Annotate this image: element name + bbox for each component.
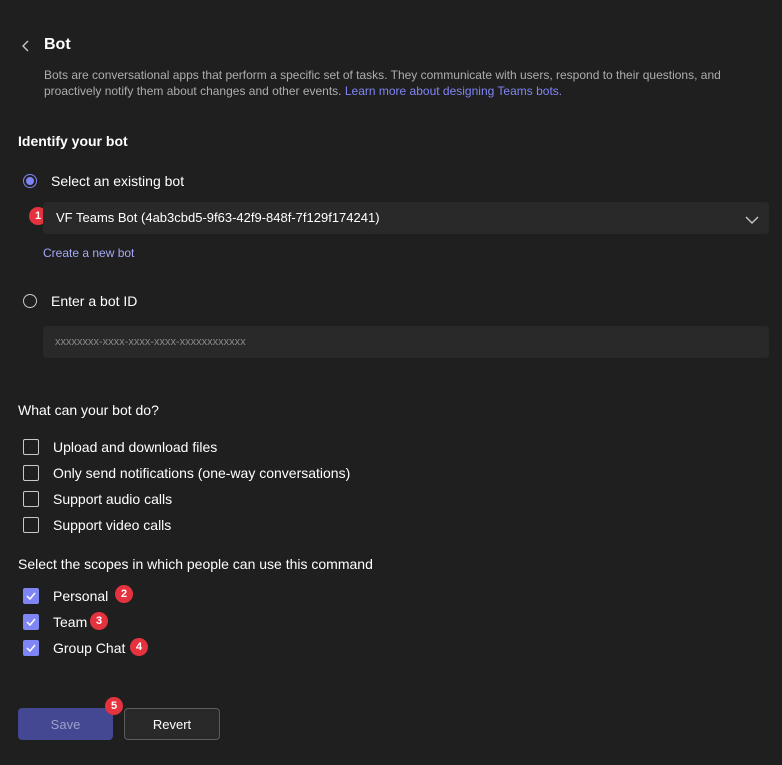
- checkbox-unchecked-icon: [23, 491, 39, 507]
- bot-select-dropdown[interactable]: VF Teams Bot (4ab3cbd5-9f63-42f9-848f-7f…: [43, 202, 769, 234]
- radio-existing-bot[interactable]: Select an existing bot: [23, 172, 184, 190]
- checkmark-icon: [23, 640, 39, 656]
- radio-enter-bot-id-label: Enter a bot ID: [51, 293, 138, 309]
- checkmark-icon: [23, 588, 39, 604]
- scope-team[interactable]: Team: [23, 613, 87, 631]
- chevron-down-icon: [745, 212, 759, 230]
- back-chevron-icon[interactable]: [18, 38, 34, 54]
- radio-enter-bot-id[interactable]: Enter a bot ID: [23, 292, 137, 310]
- checkbox-unchecked-icon: [23, 517, 39, 533]
- scope-personal[interactable]: Personal: [23, 587, 108, 605]
- capability-label: Support video calls: [53, 517, 172, 533]
- learn-more-link[interactable]: Learn more about designing Teams bots.: [345, 84, 562, 98]
- annotation-badge-3: 3: [90, 612, 108, 630]
- capabilities-heading: What can your bot do?: [18, 402, 159, 418]
- capability-label: Support audio calls: [53, 491, 173, 507]
- bot-settings-page: Bot Bots are conversational apps that pe…: [0, 0, 782, 765]
- checkmark-icon: [23, 614, 39, 630]
- scope-label: Personal: [53, 588, 109, 604]
- save-button[interactable]: Save: [18, 708, 113, 740]
- annotation-badge-2: 2: [115, 585, 133, 603]
- selected-bot-value: VF Teams Bot (4ab3cbd5-9f63-42f9-848f-7f…: [56, 210, 380, 225]
- annotation-badge-4: 4: [130, 638, 148, 656]
- capability-label: Only send notifications (one-way convers…: [53, 465, 351, 481]
- scopes-heading: Select the scopes in which people can us…: [18, 556, 373, 572]
- bot-id-input[interactable]: [43, 326, 769, 358]
- radio-selected-icon: [23, 174, 37, 188]
- create-new-bot-link[interactable]: Create a new bot: [43, 246, 134, 260]
- capability-upload-files[interactable]: Upload and download files: [23, 438, 217, 456]
- scope-label: Group Chat: [53, 640, 126, 656]
- radio-existing-bot-label: Select an existing bot: [51, 173, 185, 189]
- capability-audio-calls[interactable]: Support audio calls: [23, 490, 172, 508]
- page-title: Bot: [44, 36, 71, 53]
- identify-heading: Identify your bot: [18, 133, 128, 149]
- scope-label: Team: [53, 614, 88, 630]
- radio-unselected-icon: [23, 294, 37, 308]
- capability-notifications-only[interactable]: Only send notifications (one-way convers…: [23, 464, 350, 482]
- scope-group-chat[interactable]: Group Chat: [23, 639, 125, 657]
- capability-label: Upload and download files: [53, 439, 218, 455]
- page-description: Bots are conversational apps that perfor…: [44, 67, 744, 99]
- revert-button[interactable]: Revert: [124, 708, 220, 740]
- checkbox-unchecked-icon: [23, 439, 39, 455]
- capability-video-calls[interactable]: Support video calls: [23, 516, 171, 534]
- annotation-badge-5: 5: [105, 697, 123, 715]
- checkbox-unchecked-icon: [23, 465, 39, 481]
